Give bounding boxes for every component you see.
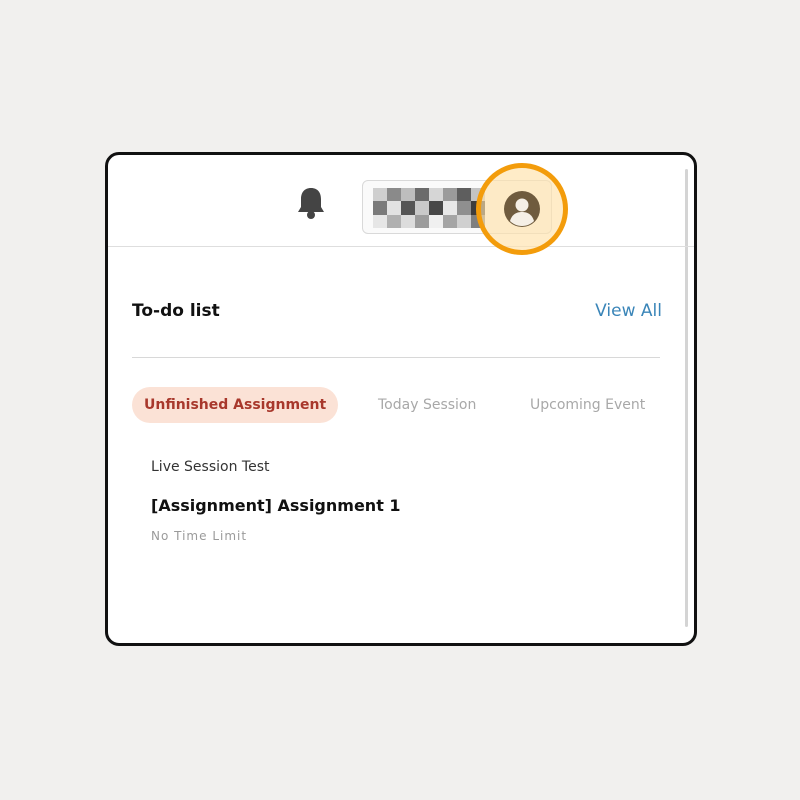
avatar-highlight [476, 163, 568, 255]
view-all-link[interactable]: View All [595, 301, 662, 321]
list-item[interactable]: Live Session Test [Assignment] Assignmen… [151, 459, 651, 554]
course-name: Live Session Test [151, 459, 270, 475]
todo-card: To-do list View All Unfinished Assignmen… [105, 152, 697, 646]
user-name-redacted [373, 188, 485, 228]
bell-icon[interactable] [295, 185, 327, 221]
tab-unfinished-assignment[interactable]: Unfinished Assignment [132, 387, 339, 423]
assignment-title[interactable]: [Assignment] Assignment 1 [151, 496, 401, 515]
todo-tabs: Unfinished Assignment Today Session Upco… [132, 387, 662, 423]
top-bar [108, 155, 694, 255]
todo-header: To-do list View All [132, 301, 662, 325]
divider [132, 357, 660, 358]
time-limit: No Time Limit [151, 529, 248, 543]
tab-today-session[interactable]: Today Session [378, 387, 476, 423]
todo-title: To-do list [132, 301, 220, 321]
user-avatar-icon[interactable] [504, 191, 540, 227]
tab-upcoming-event[interactable]: Upcoming Event [530, 387, 645, 423]
